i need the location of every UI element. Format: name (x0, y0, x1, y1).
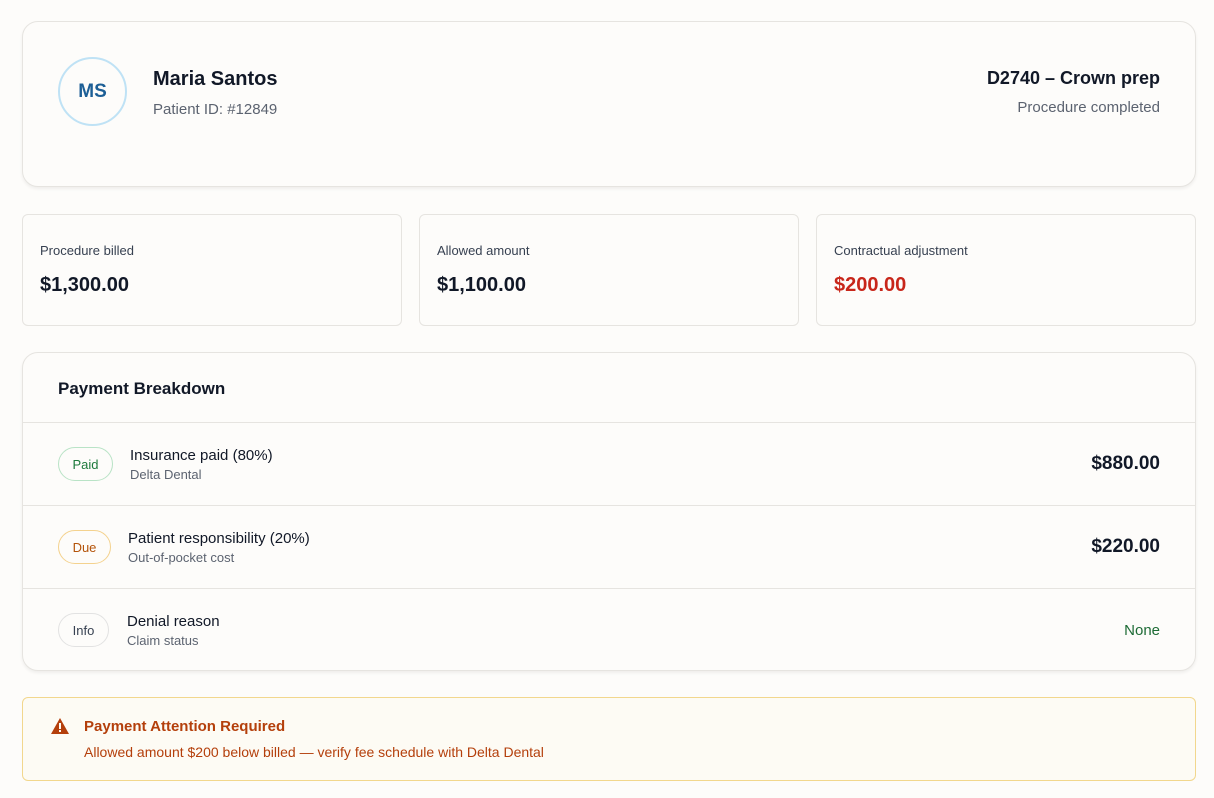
row-text: Insurance paid (80%) Delta Dental (130, 447, 273, 482)
status-badge-paid: Paid (58, 447, 113, 481)
payment-breakdown-card: Payment Breakdown Paid Insurance paid (8… (22, 352, 1196, 671)
row-amount: $880.00 (1091, 453, 1160, 474)
procedure-status: Procedure completed (1017, 99, 1160, 116)
avatar: MS (58, 57, 127, 126)
alert-message: Allowed amount $200 below billed — verif… (84, 744, 544, 760)
stat-label: Procedure billed (40, 243, 134, 258)
status-badge-due: Due (58, 530, 111, 564)
section-title: Payment Breakdown (58, 379, 226, 398)
breakdown-row-patient: Due Patient responsibility (20%) Out-of-… (23, 505, 1195, 588)
stat-value: $1,300.00 (40, 274, 129, 296)
patient-id: Patient ID: #12849 (153, 101, 278, 118)
stat-card-allowed-amount: Allowed amount $1,100.00 (419, 214, 799, 326)
row-amount: $220.00 (1091, 536, 1160, 557)
row-amount: None (1124, 622, 1160, 639)
row-title: Denial reason (127, 613, 220, 630)
patient-name: Maria Santos (153, 68, 278, 90)
row-title: Patient responsibility (20%) (128, 530, 310, 547)
stat-card-procedure-billed: Procedure billed $1,300.00 (22, 214, 402, 326)
breakdown-row-insurance: Paid Insurance paid (80%) Delta Dental $… (23, 422, 1195, 505)
row-subtitle: Delta Dental (130, 467, 202, 482)
status-badge-info: Info (58, 613, 109, 647)
procedure-title: D2740 – Crown prep (986, 68, 1160, 88)
stat-value: $1,100.00 (437, 274, 526, 296)
stat-value: $200.00 (834, 274, 907, 296)
alert-title: Payment Attention Required (84, 718, 286, 735)
breakdown-row-denial: Info Denial reason Claim status None (23, 588, 1195, 670)
row-title: Insurance paid (80%) (130, 447, 273, 464)
row-text: Patient responsibility (20%) Out-of-pock… (128, 530, 310, 565)
stat-label: Contractual adjustment (834, 243, 968, 258)
stat-label: Allowed amount (437, 243, 530, 258)
stat-card-contractual-adjustment: Contractual adjustment $200.00 (816, 214, 1196, 326)
row-text: Denial reason Claim status (127, 613, 220, 648)
row-subtitle: Claim status (127, 633, 199, 648)
patient-header-card: MS Maria Santos Patient ID: #12849 D2740… (22, 21, 1196, 187)
row-subtitle: Out-of-pocket cost (128, 550, 235, 565)
payment-attention-alert: Payment Attention Required Allowed amoun… (22, 697, 1196, 781)
warning-icon (51, 718, 69, 734)
